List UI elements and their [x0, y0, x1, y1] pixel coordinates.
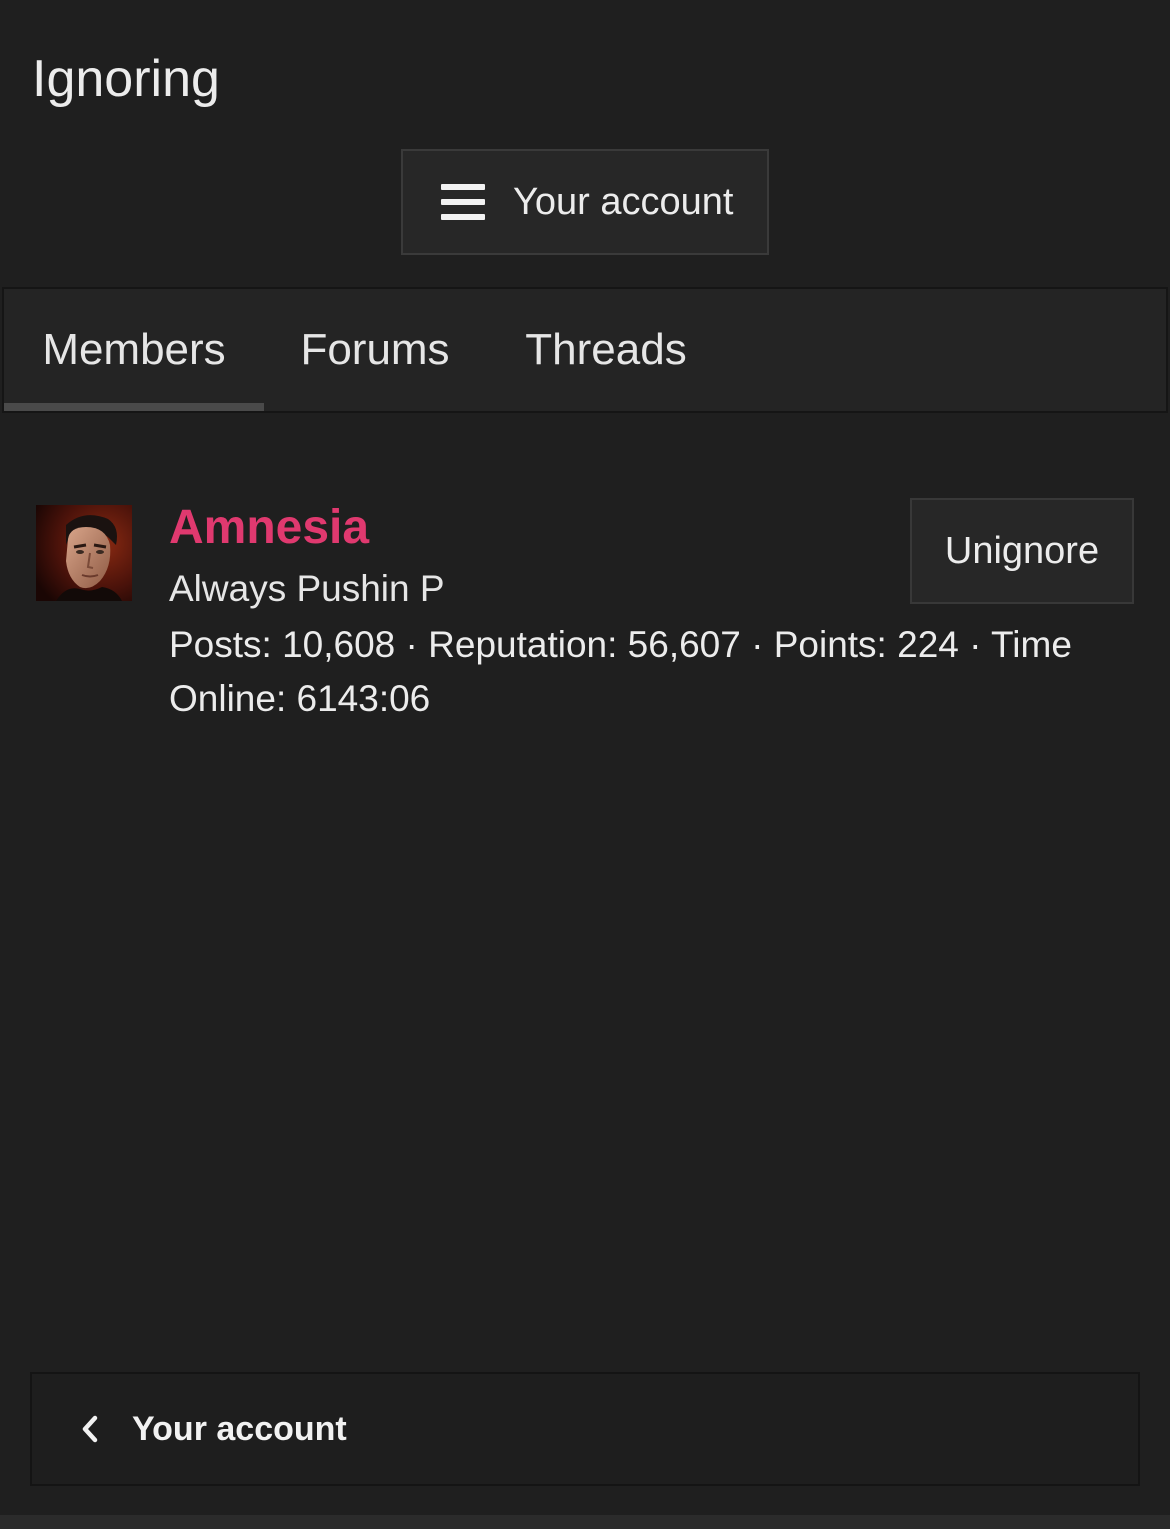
- ignore-tabs: Members Forums Threads: [2, 287, 1168, 413]
- back-link-label: Your account: [132, 1409, 347, 1448]
- unignore-button[interactable]: Unignore: [910, 498, 1134, 604]
- back-to-your-account-link[interactable]: Your account: [30, 1372, 1140, 1486]
- member-stats: Posts: 10,608 · Reputation: 56,607 · Poi…: [169, 624, 1072, 719]
- page-title: Ignoring: [32, 50, 220, 108]
- chevron-left-icon: [82, 1415, 98, 1443]
- avatar-image: [36, 505, 132, 601]
- bottom-divider: [0, 1515, 1170, 1529]
- member-username-link[interactable]: Amnesia: [169, 500, 369, 555]
- account-menu-label: Your account: [513, 180, 734, 223]
- your-account-menu-button[interactable]: Your account: [401, 149, 769, 255]
- ignoring-page: Ignoring Your account Members Forums Thr…: [0, 0, 1170, 1529]
- tab-forums[interactable]: Forums: [264, 289, 486, 411]
- tab-threads[interactable]: Threads: [486, 289, 726, 411]
- tab-members[interactable]: Members: [4, 289, 264, 411]
- hamburger-menu-icon: [441, 184, 485, 220]
- avatar[interactable]: [36, 505, 132, 601]
- member-user-title: Always Pushin P: [169, 568, 445, 609]
